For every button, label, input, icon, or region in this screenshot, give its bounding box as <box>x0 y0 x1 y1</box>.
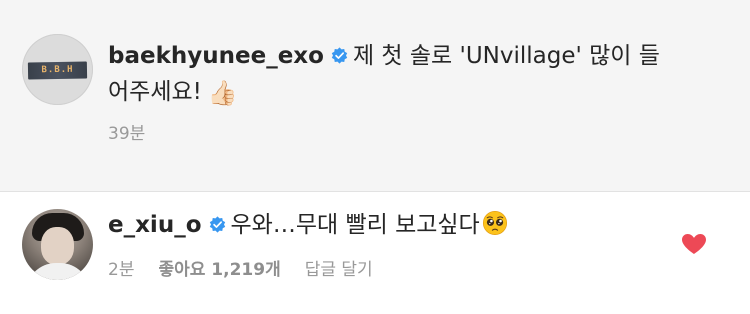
comment-text: 우와…무대 빨리 보고싶다 <box>230 212 480 238</box>
avatar-shirt <box>26 263 90 280</box>
comment-line: e_xiu_o 우와…무대 빨리 보고싶다 <box>108 209 508 241</box>
verified-badge-icon <box>331 47 348 64</box>
avatar-face <box>41 227 74 265</box>
comment-meta-row: 2분 좋아요 1,219개 답글 달기 <box>108 259 397 281</box>
avatar[interactable]: B.B.H <box>22 34 93 105</box>
caption-line-2: 어주세요! 👍🏻 <box>108 76 238 109</box>
caption-timestamp[interactable]: 39분 <box>108 123 145 145</box>
comment-timestamp[interactable]: 2분 <box>108 260 134 280</box>
caption-text-line-2: 어주세요! <box>108 79 202 105</box>
thumbs-up-icon: 👍🏻 <box>207 79 238 107</box>
avatar-logo: B.B.H <box>27 61 88 80</box>
avatar-logo-text: B.B.H <box>41 64 74 76</box>
comment-likes-count[interactable]: 좋아요 1,219개 <box>158 260 280 280</box>
reply-button[interactable]: 답글 달기 <box>305 260 373 280</box>
caption-username[interactable]: baekhyunee_exo <box>108 43 324 69</box>
pleading-face-icon <box>482 210 507 236</box>
comment-username[interactable]: e_xiu_o <box>108 212 202 238</box>
heart-icon[interactable] <box>681 233 707 255</box>
caption-line-1: baekhyunee_exo 제 첫 솔로 'UNvillage' 많이 들 <box>108 40 660 72</box>
avatar[interactable] <box>22 209 93 280</box>
caption-text-line-1: 제 첫 솔로 'UNvillage' 많이 들 <box>352 43 660 69</box>
verified-badge-icon <box>209 216 225 233</box>
